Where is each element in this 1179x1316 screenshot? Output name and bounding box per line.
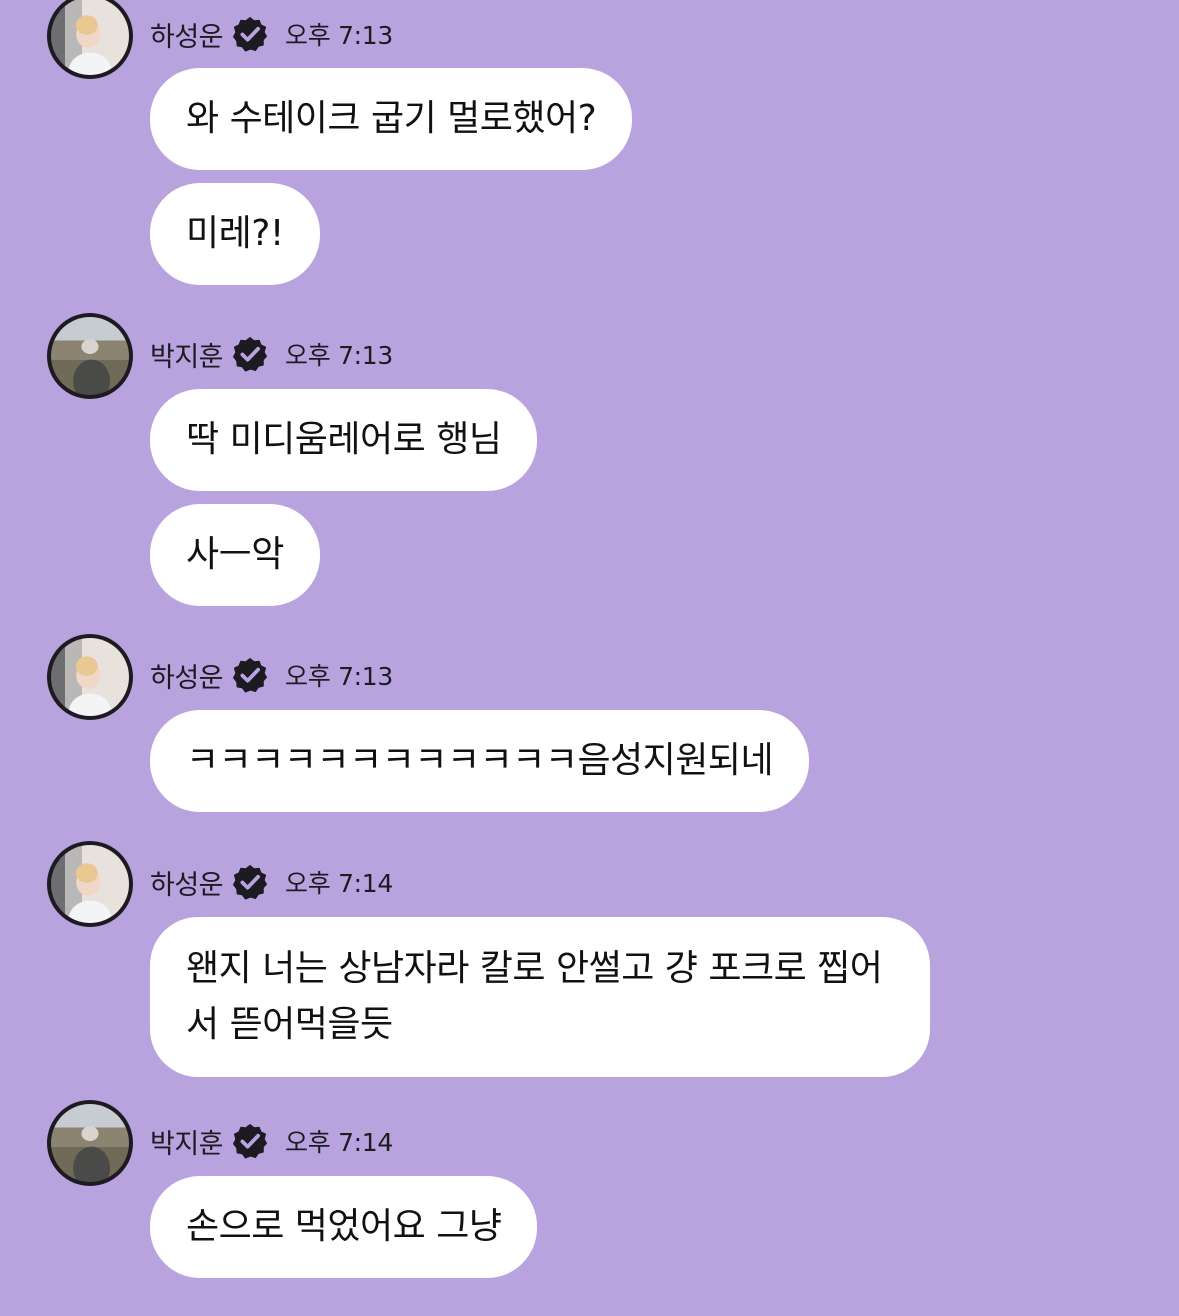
timestamp: 오후 7:14 — [285, 869, 394, 898]
message-header: 박지훈 오후 7:14 — [150, 1119, 393, 1163]
avatar[interactable] — [47, 1100, 133, 1186]
timestamp: 오후 7:13 — [285, 341, 394, 370]
sender-name[interactable]: 박지훈 — [150, 335, 224, 374]
verified-badge-icon — [232, 336, 268, 372]
chat-thread: 하성운 오후 7:13 와 수테이크 굽기 멀로했어? 미레?! 박지훈 오후 … — [0, 0, 1179, 1316]
message-header: 하성운 오후 7:14 — [150, 860, 393, 904]
timestamp: 오후 7:14 — [285, 1128, 394, 1157]
verified-badge-icon — [232, 864, 268, 900]
verified-badge-icon — [232, 657, 268, 693]
avatar-photo — [51, 0, 129, 75]
message-bubble[interactable]: 왠지 너는 상남자라 칼로 안썰고 걍 포크로 찝어서 뜯어먹을듯 — [150, 917, 930, 1077]
avatar-photo — [51, 1104, 129, 1182]
message-bubble[interactable]: 미레?! — [150, 183, 320, 285]
avatar[interactable] — [47, 0, 133, 79]
message-bubble[interactable]: 손으로 먹었어요 그냥 — [150, 1176, 538, 1278]
timestamp: 오후 7:13 — [285, 662, 394, 691]
timestamp: 오후 7:13 — [285, 21, 394, 50]
sender-name[interactable]: 하성운 — [150, 863, 224, 902]
avatar-photo — [51, 317, 129, 395]
avatar[interactable] — [47, 313, 133, 399]
message-header: 하성운 오후 7:13 — [150, 12, 393, 56]
avatar-photo — [51, 845, 129, 923]
avatar-photo — [51, 638, 129, 716]
avatar[interactable] — [47, 634, 133, 720]
message-bubble[interactable]: 딱 미디움레어로 행님 — [150, 389, 538, 491]
sender-name[interactable]: 하성운 — [150, 15, 224, 54]
message-bubble[interactable]: 와 수테이크 굽기 멀로했어? — [150, 68, 633, 170]
sender-name[interactable]: 박지훈 — [150, 1122, 224, 1161]
message-header: 박지훈 오후 7:13 — [150, 332, 393, 376]
verified-badge-icon — [232, 1123, 268, 1159]
avatar[interactable] — [47, 841, 133, 927]
message-header: 하성운 오후 7:13 — [150, 653, 393, 697]
verified-badge-icon — [232, 16, 268, 52]
sender-name[interactable]: 하성운 — [150, 656, 224, 695]
message-bubble[interactable]: ㅋㅋㅋㅋㅋㅋㅋㅋㅋㅋㅋㅋ음성지원되네 — [150, 710, 810, 812]
message-bubble[interactable]: 사ㅡ악 — [150, 504, 320, 606]
